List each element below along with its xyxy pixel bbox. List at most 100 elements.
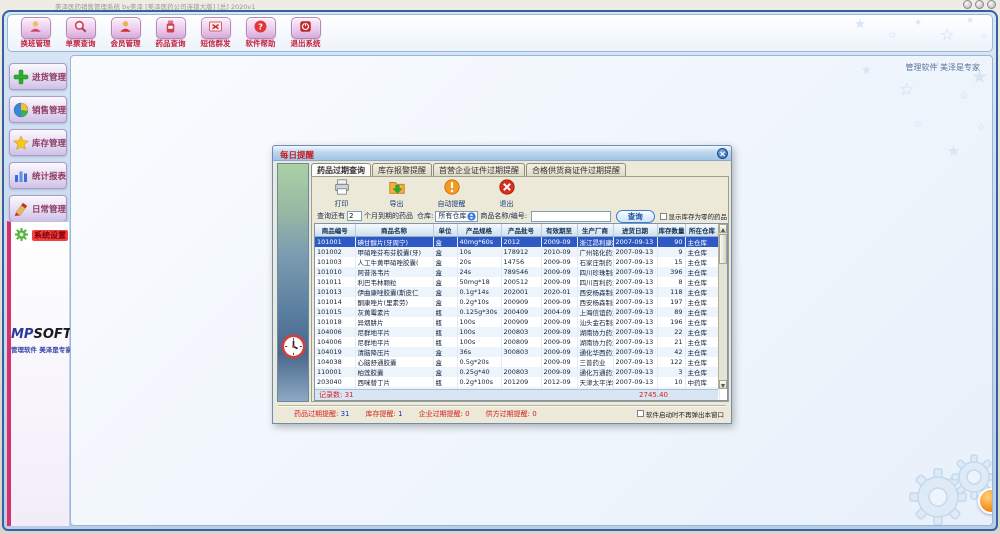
months-input[interactable] xyxy=(347,211,362,221)
column-header[interactable]: 进货日期 xyxy=(613,224,657,236)
column-header[interactable]: 商品编号 xyxy=(315,224,355,236)
minimize-button[interactable] xyxy=(963,0,972,9)
toolbar-drug-button[interactable]: 药品查询 xyxy=(149,16,192,51)
dialog-tab-2[interactable]: 库存报警提醒 xyxy=(372,163,432,177)
sidebar-item-brush[interactable]: 日常管理 xyxy=(9,195,67,222)
close-icon[interactable] xyxy=(717,148,728,159)
toolbar-search-button[interactable]: 单票查询 xyxy=(59,16,102,51)
table-cell: 上海信谊药业 xyxy=(577,307,613,317)
table-cell: 2007-09-13 xyxy=(613,377,657,387)
sidebar-item-pie[interactable]: 销售管理 xyxy=(9,96,67,123)
table-cell: 主仓库 xyxy=(685,347,719,357)
table-cell: 0.2g*10s xyxy=(457,297,501,307)
brand-mp: MP xyxy=(11,327,33,342)
close-button[interactable] xyxy=(987,0,996,9)
table-cell: 36s xyxy=(457,347,501,357)
table-cell: 主仓库 xyxy=(685,257,719,267)
table-cell: 203040 xyxy=(315,377,355,387)
dialog-tab-1[interactable]: 药品过期查询 xyxy=(311,163,371,177)
table-cell: 利巴韦林颗粒 xyxy=(355,277,433,287)
table-row[interactable]: 101013伊曲康唑胶囊(斯皮仁盒0.1g*14s2020012020-01西安… xyxy=(315,287,719,297)
column-header[interactable]: 库存数量 xyxy=(657,224,685,236)
column-header[interactable]: 产品规格 xyxy=(457,224,501,236)
table-row[interactable]: 101014酮康唑片(里素劳)盒0.2g*10s2009092009-09西安杨… xyxy=(315,297,719,307)
star-icon: ☆ xyxy=(888,31,897,41)
table-row[interactable]: 104038心脑舒通胶囊盒0.5g*20s2009-09三普药业2007-09-… xyxy=(315,357,719,367)
warehouse-select[interactable]: 所有仓库 xyxy=(435,211,478,222)
quit-button[interactable]: 退出 xyxy=(479,178,534,207)
export-button[interactable]: 导出 xyxy=(369,178,424,207)
table-row[interactable]: 101003人工牛黄甲硝唑胶囊(盒20s147562009-09石家庄制药200… xyxy=(315,257,719,267)
toolbar-member-button[interactable]: 会员管理 xyxy=(104,16,147,51)
scrollbar-thumb[interactable] xyxy=(719,234,727,264)
table-cell: 10 xyxy=(657,377,685,387)
column-header[interactable]: 所在仓库 xyxy=(685,224,719,236)
star-icon: ★ xyxy=(966,17,974,26)
table-row[interactable]: 101010阿昔洛韦片盒24s7895462009-09四川珍珠制药2007-0… xyxy=(315,267,719,277)
scroll-down-icon[interactable] xyxy=(719,380,727,389)
table-cell: 尼群地平片 xyxy=(355,327,433,337)
vertical-scrollbar[interactable] xyxy=(718,224,727,389)
table-cell: 主仓库 xyxy=(685,307,719,317)
table-cell: 200803 xyxy=(501,367,541,377)
table-row[interactable]: 104006尼群地平片瓶100s2008092009-09湖南协力药业2007-… xyxy=(315,337,719,347)
search-button[interactable]: 查询 xyxy=(616,210,654,223)
table-cell: 盒 xyxy=(433,357,457,367)
reminder-label: 供方过期提醒: xyxy=(486,410,533,418)
column-header[interactable]: 商品名称 xyxy=(355,224,433,236)
product-name-input[interactable] xyxy=(531,211,611,222)
table-cell: 异烟肼片 xyxy=(355,317,433,327)
no-popup-checkbox[interactable] xyxy=(637,410,644,417)
toolbar-exit-button[interactable]: 退出系统 xyxy=(284,16,327,51)
help-icon: ? xyxy=(253,19,268,38)
dialog-toolbar-label: 打印 xyxy=(314,200,369,208)
dialog-toolbar-label: 导出 xyxy=(369,200,424,208)
table-cell: 9 xyxy=(657,247,685,257)
table-cell: 24s xyxy=(457,267,501,277)
reminder-item: 企业过期提醒: 0 xyxy=(419,409,470,419)
table-row[interactable]: 203040西咪替丁片瓶0.2g*100s2012092012-09天津太平洋制… xyxy=(315,377,719,387)
column-header[interactable]: 有效期至 xyxy=(541,224,577,236)
table-row[interactable]: 104006尼群地平片瓶100s2008032009-09湖南协力药业2007-… xyxy=(315,327,719,337)
toolbar-help-button[interactable]: ?软件帮助 xyxy=(239,16,282,51)
column-header[interactable]: 产品批号 xyxy=(501,224,541,236)
sidebar-item-bars[interactable]: 统计报表 xyxy=(9,162,67,189)
table-row[interactable]: 101018异烟肼片瓶100s2009092009-09汕头金石制药2007-0… xyxy=(315,317,719,327)
zero-stock-checkbox[interactable] xyxy=(660,213,667,220)
printer-button[interactable]: 打印 xyxy=(314,178,369,207)
table-row[interactable]: 101001碘甘醇片(牙周宁)盒40mg*60s20122009-09浙江昂利康… xyxy=(315,236,719,247)
table-row[interactable]: 101002甲硝唑芬布芬胶囊(牙)盒10s1789122010-09广州铭化药业… xyxy=(315,247,719,257)
sidebar-item-plus[interactable]: 进货管理 xyxy=(9,63,67,90)
table-cell: 200909 xyxy=(501,317,541,327)
toolbar-sms-button[interactable]: 短信群发 xyxy=(194,16,237,51)
table-cell: 柏莲胶囊 xyxy=(355,367,433,377)
toolbar-button-label: 单票查询 xyxy=(59,39,102,49)
table-cell: 100s xyxy=(457,317,501,327)
table-cell: 四川珍珠制药 xyxy=(577,267,613,277)
sidebar-item-settings[interactable]: 系统设置 xyxy=(11,222,69,246)
table-row[interactable]: 101011利巴韦林颗粒盒50mg*182005122009-09四川百利药业有… xyxy=(315,277,719,287)
maximize-button[interactable] xyxy=(975,0,984,9)
table-cell: 104038 xyxy=(315,357,355,367)
sidebar-item-label: 统计报表 xyxy=(32,170,66,182)
star-icon: ★ xyxy=(914,19,922,28)
sidebar-item-label: 系统设置 xyxy=(32,230,68,241)
scroll-up-icon[interactable] xyxy=(719,224,727,233)
toolbar-clerk-button[interactable]: 换班管理 xyxy=(14,16,57,51)
table-cell: 0.1g*14s xyxy=(457,287,501,297)
table-row[interactable]: 110001柏莲胶囊盒0.25g*402008032009-09通化万通药业20… xyxy=(315,367,719,377)
table-row[interactable]: 101015灰黄霉素片瓶0.125g*30s2004092004-09上海信谊药… xyxy=(315,307,719,317)
table-cell: 2009-09 xyxy=(541,297,577,307)
table-cell: 0.125g*30s xyxy=(457,307,501,317)
sidebar-item-label: 进货管理 xyxy=(32,71,66,83)
column-header[interactable]: 单位 xyxy=(433,224,457,236)
drug-expiry-table: 商品编号商品名称单位产品规格产品批号有效期至生产厂商进货日期库存数量所在仓库 1… xyxy=(314,223,728,401)
table-cell: 2020-01 xyxy=(541,287,577,297)
table-row[interactable]: 104019清脑降压片盒36s3008032009-09通化华西药业2007-0… xyxy=(315,347,719,357)
star-icon: ★ xyxy=(861,64,872,76)
dialog-tab-4[interactable]: 合格供货商证件过期提醒 xyxy=(526,163,626,177)
column-header[interactable]: 生产厂商 xyxy=(577,224,613,236)
remind-button[interactable]: 自动提醒 xyxy=(424,178,479,207)
sidebar-item-star[interactable]: 库存管理 xyxy=(9,129,67,156)
dialog-tab-3[interactable]: 首营企业证件过期提醒 xyxy=(433,163,525,177)
